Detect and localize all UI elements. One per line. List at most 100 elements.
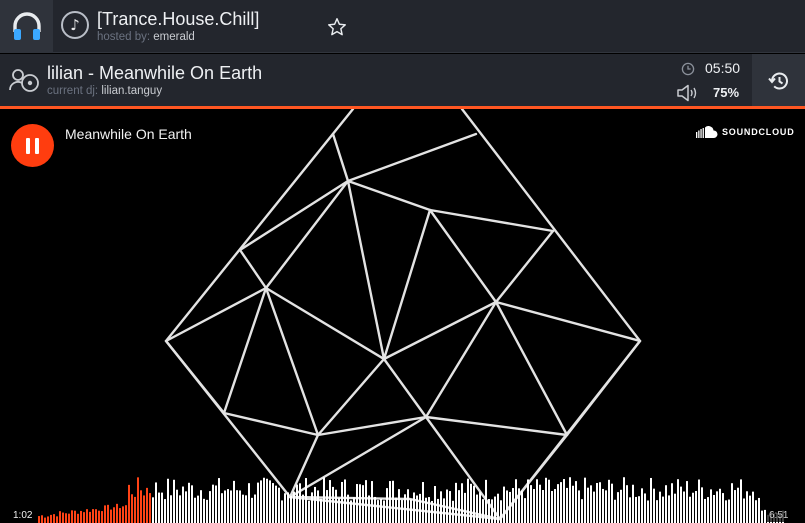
waveform-bar[interactable] xyxy=(239,490,241,523)
waveform[interactable] xyxy=(0,469,805,523)
waveform-bar[interactable] xyxy=(326,490,328,523)
waveform-bar[interactable] xyxy=(764,509,766,523)
waveform-bar[interactable] xyxy=(689,496,691,523)
waveform-bar[interactable] xyxy=(605,490,607,523)
waveform-bar[interactable] xyxy=(299,483,301,523)
waveform-bar[interactable] xyxy=(290,495,292,523)
waveform-bar[interactable] xyxy=(206,499,208,523)
waveform-bar[interactable] xyxy=(761,510,763,523)
waveform-bar[interactable] xyxy=(644,493,646,523)
waveform-bar[interactable] xyxy=(254,494,256,523)
waveform-bar[interactable] xyxy=(461,483,463,523)
waveform-bar[interactable] xyxy=(635,496,637,523)
waveform-bar[interactable] xyxy=(638,496,640,523)
waveform-bar[interactable] xyxy=(494,496,496,523)
waveform-bar[interactable] xyxy=(272,483,274,523)
waveform-bar[interactable] xyxy=(410,499,412,523)
waveform-bar[interactable] xyxy=(647,500,649,523)
waveform-bar[interactable] xyxy=(266,478,268,523)
waveform-bar[interactable] xyxy=(182,486,184,523)
waveform-bar[interactable] xyxy=(680,486,682,523)
waveform-bar[interactable] xyxy=(413,492,415,523)
waveform-bar[interactable] xyxy=(110,509,112,523)
waveform-bar[interactable] xyxy=(539,484,541,523)
waveform-bar[interactable] xyxy=(674,493,676,523)
waveform-bar[interactable] xyxy=(641,488,643,523)
waveform-bar[interactable] xyxy=(500,500,502,523)
waveform-bar[interactable] xyxy=(518,488,520,523)
waveform-bar[interactable] xyxy=(152,497,154,523)
waveform-bar[interactable] xyxy=(479,492,481,523)
waveform-bar[interactable] xyxy=(248,483,250,523)
waveform-bar[interactable] xyxy=(221,493,223,523)
waveform-bar[interactable] xyxy=(164,499,166,523)
waveform-bar[interactable] xyxy=(677,479,679,523)
waveform-bar[interactable] xyxy=(305,478,307,523)
waveform-bar[interactable] xyxy=(617,492,619,523)
waveform-bar[interactable] xyxy=(74,510,76,523)
waveform-bar[interactable] xyxy=(470,483,472,523)
waveform-bar[interactable] xyxy=(434,486,436,523)
waveform-bar[interactable] xyxy=(131,494,133,523)
waveform-bar[interactable] xyxy=(446,489,448,523)
waveform-bar[interactable] xyxy=(425,497,427,523)
waveform-bar[interactable] xyxy=(536,479,538,523)
waveform-bar[interactable] xyxy=(725,500,727,523)
waveform-bar[interactable] xyxy=(431,500,433,523)
waveform-bar[interactable] xyxy=(65,513,67,523)
waveform-bar[interactable] xyxy=(671,483,673,523)
waveform-bar[interactable] xyxy=(287,492,289,523)
waveform-bar[interactable] xyxy=(215,485,217,523)
waveform-bar[interactable] xyxy=(371,481,373,523)
waveform-bar[interactable] xyxy=(56,516,58,523)
waveform-bar[interactable] xyxy=(125,505,127,523)
waveform-bar[interactable] xyxy=(395,497,397,523)
waveform-bar[interactable] xyxy=(320,498,322,523)
waveform-bar[interactable] xyxy=(524,498,526,523)
waveform-bar[interactable] xyxy=(482,499,484,523)
waveform-bar[interactable] xyxy=(503,486,505,523)
waveform-bar[interactable] xyxy=(422,482,424,523)
waveform-bar[interactable] xyxy=(200,490,202,523)
waveform-bar[interactable] xyxy=(179,495,181,523)
waveform-bar[interactable] xyxy=(458,490,460,523)
waveform-bar[interactable] xyxy=(149,493,151,523)
waveform-bar[interactable] xyxy=(596,482,598,523)
waveform-bar[interactable] xyxy=(632,484,634,523)
waveform-bar[interactable] xyxy=(653,488,655,523)
host-name[interactable]: emerald xyxy=(153,31,195,43)
waveform-bar[interactable] xyxy=(350,500,352,523)
waveform-bar[interactable] xyxy=(257,482,259,523)
waveform-bar[interactable] xyxy=(293,491,295,523)
waveform-bar[interactable] xyxy=(419,493,421,523)
waveform-bar[interactable] xyxy=(362,485,364,523)
waveform-bar[interactable] xyxy=(170,495,172,523)
waveform-bar[interactable] xyxy=(59,511,61,523)
waveform-bar[interactable] xyxy=(95,509,97,523)
waveform-bar[interactable] xyxy=(245,495,247,523)
waveform-bar[interactable] xyxy=(545,477,547,523)
app-logo[interactable] xyxy=(0,0,53,53)
waveform-bar[interactable] xyxy=(464,492,466,523)
waveform-bar[interactable] xyxy=(89,511,91,523)
waveform-bar[interactable] xyxy=(308,500,310,523)
waveform-bar[interactable] xyxy=(233,480,235,523)
waveform-bar[interactable] xyxy=(392,480,394,523)
waveform-bar[interactable] xyxy=(704,498,706,523)
star-icon[interactable] xyxy=(326,16,348,38)
waveform-bar[interactable] xyxy=(101,511,103,523)
waveform-bar[interactable] xyxy=(428,497,430,523)
waveform-bar[interactable] xyxy=(236,490,238,523)
waveform-bar[interactable] xyxy=(629,497,631,523)
waveform-bar[interactable] xyxy=(386,488,388,523)
waveform-bar[interactable] xyxy=(506,490,508,523)
waveform-bar[interactable] xyxy=(686,481,688,523)
waveform-bar[interactable] xyxy=(242,494,244,523)
waveform-bar[interactable] xyxy=(104,505,106,523)
waveform-bar[interactable] xyxy=(44,517,46,523)
waveform-bar[interactable] xyxy=(224,490,226,523)
waveform-bar[interactable] xyxy=(746,491,748,523)
waveform-bar[interactable] xyxy=(581,499,583,523)
waveform-bar[interactable] xyxy=(575,481,577,523)
waveform-bar[interactable] xyxy=(533,489,535,523)
